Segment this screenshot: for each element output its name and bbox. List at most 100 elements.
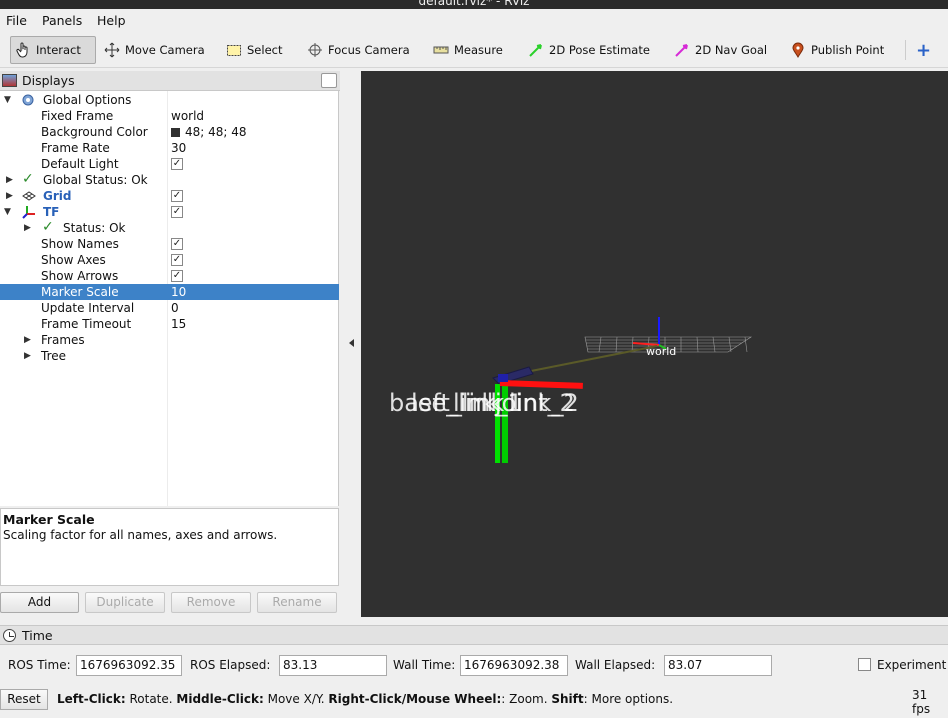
- expand-arrow-down-icon[interactable]: ▼: [4, 92, 11, 108]
- tree-row-tf-status[interactable]: ▶ ✓ Status: Ok: [0, 219, 339, 236]
- global-options-label: Global Options: [43, 93, 132, 107]
- frame-rate-value[interactable]: 30: [171, 140, 186, 156]
- tree-row-global-options[interactable]: ▼ Global Options: [0, 92, 339, 108]
- panel-splitter[interactable]: [341, 71, 360, 617]
- tree-row-show-axes[interactable]: Show Axes ✓: [0, 252, 339, 268]
- tf-status-label: Status: Ok: [63, 221, 126, 235]
- menu-panels[interactable]: Panels: [42, 13, 82, 28]
- move-arrows-icon: [104, 42, 120, 58]
- tf-checkbox[interactable]: ✓: [171, 206, 183, 218]
- select-tool[interactable]: Select: [222, 36, 286, 64]
- rename-display-button[interactable]: Rename: [257, 592, 337, 613]
- ros-time-label: ROS Time:: [8, 658, 71, 672]
- wall-time-field[interactable]: 1676963092.38: [460, 655, 568, 676]
- tree-row-tf[interactable]: ▼ TF ✓: [0, 204, 339, 220]
- menu-file[interactable]: File: [6, 13, 27, 28]
- measure-tool[interactable]: Measure: [429, 36, 507, 64]
- grid-checkbox[interactable]: ✓: [171, 190, 183, 202]
- pose-estimate-tool[interactable]: 2D Pose Estimate: [524, 36, 654, 64]
- global-status-label: Global Status: Ok: [43, 173, 148, 187]
- toolbar-separator: [905, 40, 906, 60]
- select-label: Select: [247, 43, 283, 57]
- tree-row-grid[interactable]: ▶ Grid ✓: [0, 188, 339, 204]
- measure-label: Measure: [454, 43, 503, 57]
- tree-row-show-names[interactable]: Show Names ✓: [0, 236, 339, 252]
- help-middle-click: Middle-Click:: [176, 692, 264, 706]
- mouse-help-text: Left-Click: Rotate. Middle-Click: Move X…: [57, 692, 673, 706]
- plus-icon: +: [916, 39, 932, 61]
- move-camera-tool[interactable]: Move Camera: [100, 36, 209, 64]
- undock-button[interactable]: [321, 73, 337, 88]
- add-display-button[interactable]: Add: [0, 592, 79, 613]
- show-arrows-label: Show Arrows: [41, 269, 119, 283]
- add-tool-button[interactable]: +: [912, 36, 935, 64]
- expand-arrow-right-icon[interactable]: ▶: [6, 172, 13, 188]
- show-names-checkbox[interactable]: ✓: [171, 238, 183, 250]
- focus-camera-label: Focus Camera: [328, 43, 410, 57]
- focus-camera-tool[interactable]: Focus Camera: [303, 36, 414, 64]
- expand-arrow-right-icon[interactable]: ▶: [24, 348, 31, 364]
- show-arrows-checkbox[interactable]: ✓: [171, 270, 183, 282]
- collapse-left-arrow-icon[interactable]: [349, 339, 354, 347]
- ros-elapsed-field[interactable]: 83.13: [279, 655, 387, 676]
- default-light-checkbox[interactable]: ✓: [171, 158, 183, 170]
- background-color-label: Background Color: [41, 125, 148, 139]
- menu-help[interactable]: Help: [97, 13, 126, 28]
- tree-row-marker-scale[interactable]: Marker Scale 10: [0, 284, 339, 300]
- magenta-arrow-icon: [674, 42, 690, 58]
- hand-pointer-icon: [15, 42, 31, 58]
- displays-tree[interactable]: ▼ Global Options Fixed Frame world Backg…: [0, 91, 339, 506]
- fixed-frame-value[interactable]: world: [171, 108, 204, 124]
- tree-row-fixed-frame[interactable]: Fixed Frame world: [0, 108, 339, 124]
- tree-row-tree[interactable]: ▶ Tree: [0, 348, 339, 364]
- expand-arrow-down-icon[interactable]: ▼: [4, 204, 11, 220]
- publish-point-tool[interactable]: Publish Point: [786, 36, 888, 64]
- help-right-click-desc: : Zoom.: [501, 692, 552, 706]
- background-color-value[interactable]: 48; 48; 48: [171, 124, 247, 140]
- displays-title: Displays: [22, 73, 75, 88]
- window-title: default.rviz* - RViz: [418, 0, 530, 8]
- expand-arrow-right-icon[interactable]: ▶: [24, 220, 31, 236]
- tree-row-frame-rate[interactable]: Frame Rate 30: [0, 140, 339, 156]
- interact-label: Interact: [36, 43, 81, 57]
- menu-bar: File Panels Help: [0, 10, 948, 30]
- tree-row-frame-timeout[interactable]: Frame Timeout 15: [0, 316, 339, 332]
- description-text: Scaling factor for all names, axes and a…: [3, 528, 278, 542]
- duplicate-display-button[interactable]: Duplicate: [85, 592, 165, 613]
- tree-row-global-status[interactable]: ▶ ✓ Global Status: Ok: [0, 171, 339, 188]
- experimental-checkbox[interactable]: [858, 658, 871, 671]
- reset-button[interactable]: Reset: [0, 689, 48, 710]
- tree-row-update-interval[interactable]: Update Interval 0: [0, 300, 339, 316]
- help-right-click: Right-Click/Mouse Wheel:: [328, 692, 502, 706]
- frame-timeout-value[interactable]: 15: [171, 316, 186, 332]
- nav-goal-tool[interactable]: 2D Nav Goal: [670, 36, 771, 64]
- remove-display-button[interactable]: Remove: [171, 592, 251, 613]
- ros-elapsed-label: ROS Elapsed:: [190, 658, 271, 672]
- update-interval-value[interactable]: 0: [171, 300, 179, 316]
- ruler-icon: [433, 42, 449, 58]
- clock-icon: [3, 629, 16, 642]
- show-axes-checkbox[interactable]: ✓: [171, 254, 183, 266]
- expand-arrow-right-icon[interactable]: ▶: [24, 332, 31, 348]
- render-viewport[interactable]: world base_link left_link link_1 link_2 …: [361, 71, 948, 617]
- displays-panel-header: Displays: [0, 71, 340, 91]
- frames-label: Frames: [41, 333, 85, 347]
- expand-arrow-right-icon[interactable]: ▶: [6, 188, 13, 204]
- property-description-panel: Marker Scale Scaling factor for all name…: [0, 508, 339, 586]
- wall-elapsed-field[interactable]: 83.07: [664, 655, 772, 676]
- frame-labels-cluster: base_link left_link link_1 link_2 joint_…: [389, 389, 579, 417]
- marker-scale-value[interactable]: 10: [171, 284, 186, 300]
- ros-time-field[interactable]: 1676963092.35: [76, 655, 182, 676]
- tree-row-default-light[interactable]: Default Light ✓: [0, 156, 339, 172]
- interact-tool[interactable]: Interact: [10, 36, 96, 64]
- tree-row-background-color[interactable]: Background Color 48; 48; 48: [0, 124, 339, 140]
- frame-rate-label: Frame Rate: [41, 141, 110, 155]
- marker-scale-label: Marker Scale: [41, 285, 119, 299]
- help-left-click: Left-Click:: [57, 692, 126, 706]
- tree-row-show-arrows[interactable]: Show Arrows ✓: [0, 268, 339, 284]
- wall-elapsed-label: Wall Elapsed:: [575, 658, 656, 672]
- monitor-icon: [2, 74, 17, 87]
- time-panel: ROS Time: 1676963092.35 ROS Elapsed: 83.…: [0, 650, 948, 680]
- tree-row-frames[interactable]: ▶ Frames: [0, 332, 339, 348]
- world-frame-label: world: [646, 345, 676, 358]
